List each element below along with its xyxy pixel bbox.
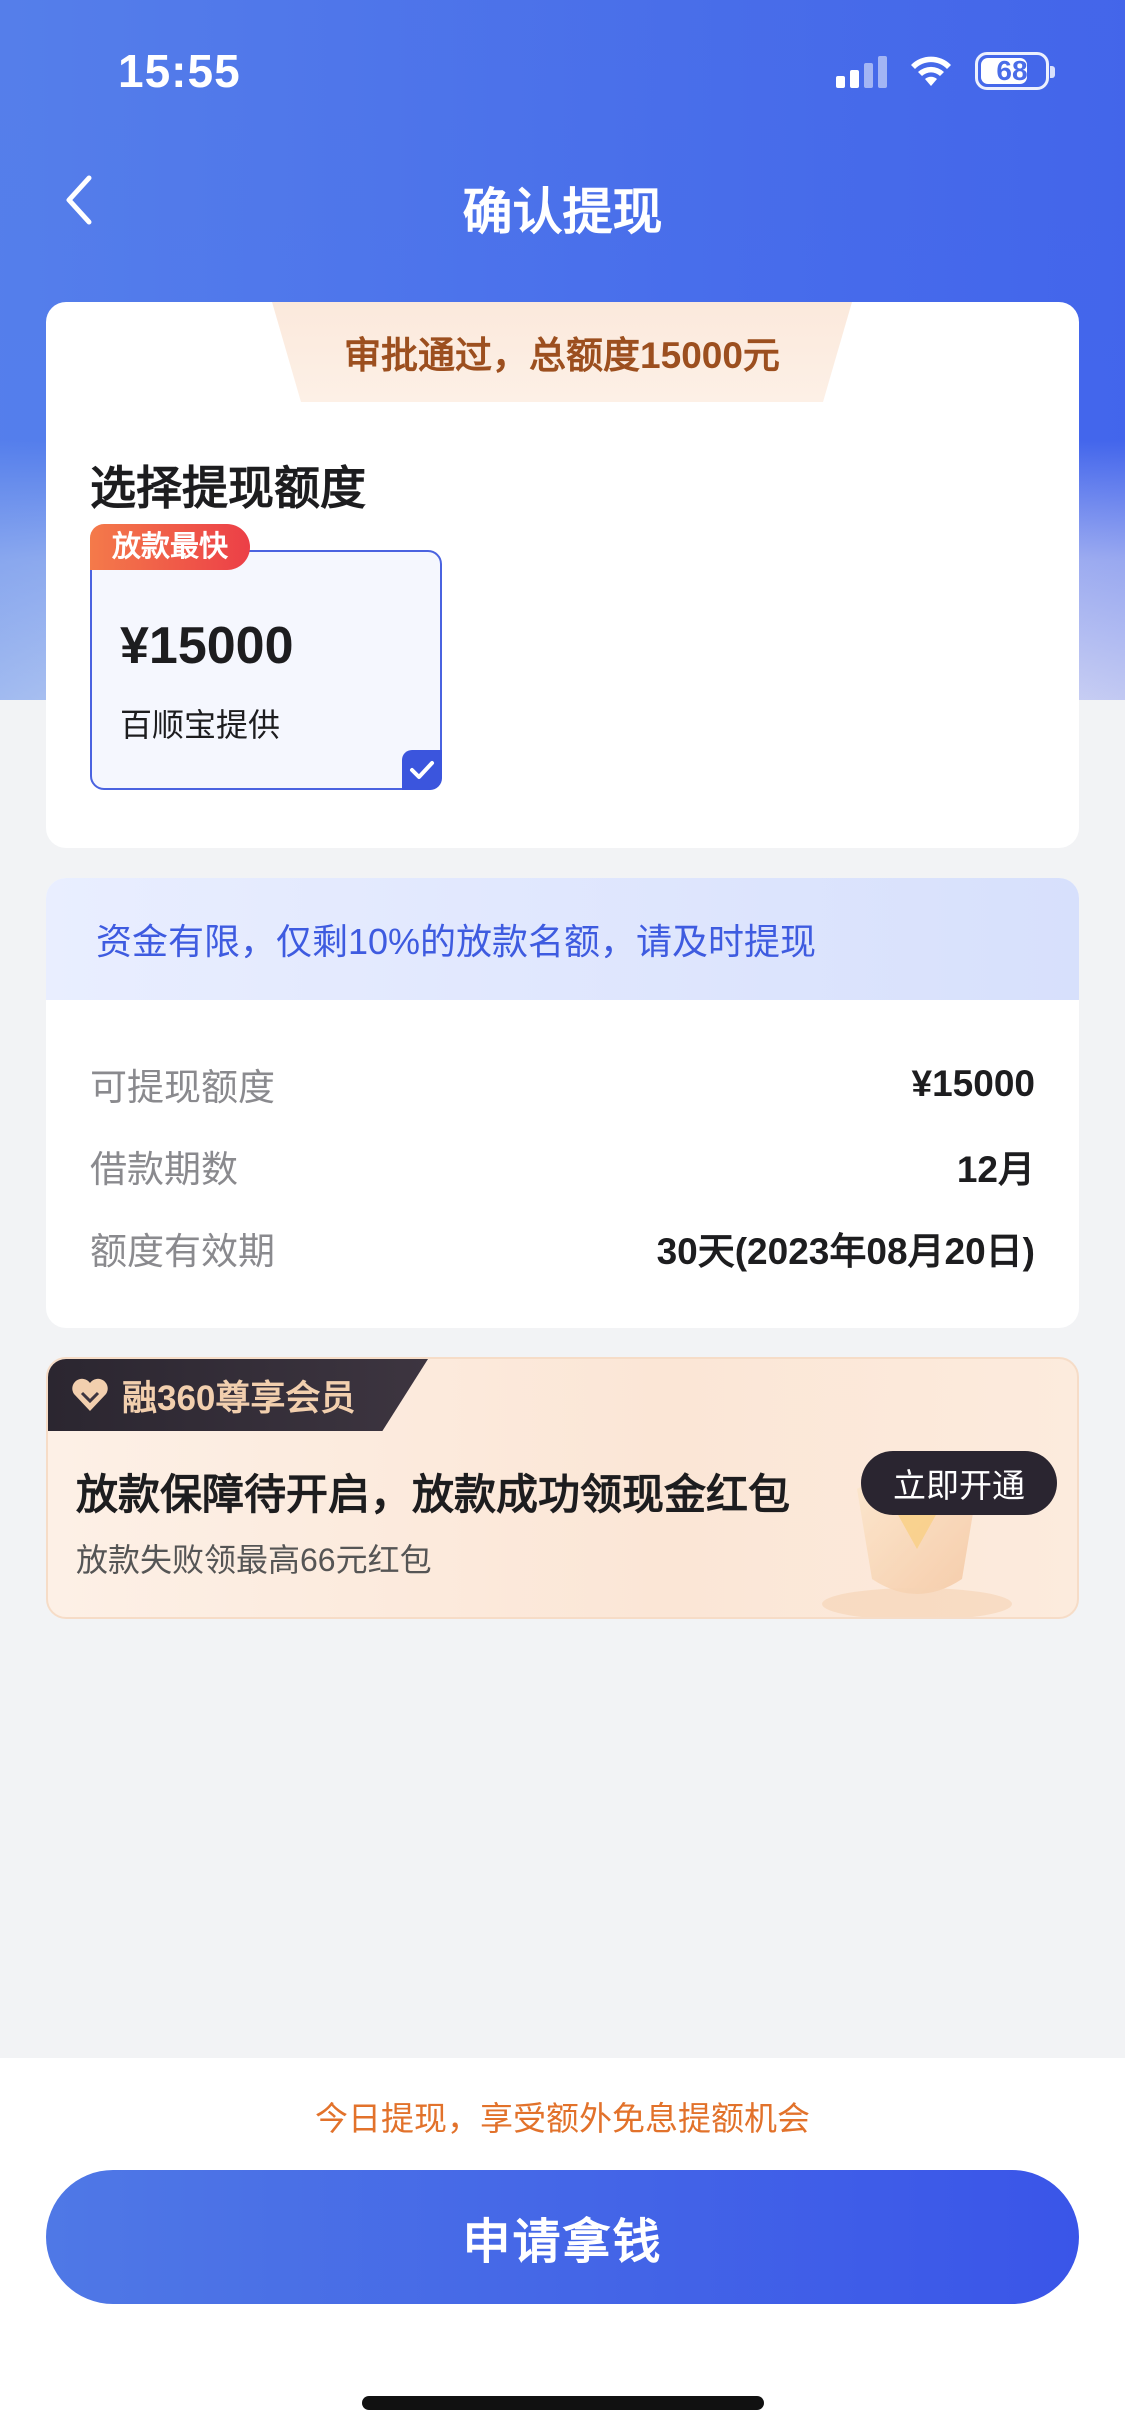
status-icons: 68 — [836, 52, 1055, 90]
status-time: 15:55 — [118, 45, 241, 97]
status-bar: 15:55 68 — [0, 0, 1125, 150]
promo-text: 今日提现，享受额外免息提额机会 — [315, 2100, 810, 2137]
activate-button[interactable]: 立即开通 — [861, 1451, 1057, 1515]
info-row: 可提现额度 ¥15000 — [90, 1054, 1035, 1114]
option-amount: ¥15000 — [120, 617, 294, 675]
info-row: 额度有效期 30天(2023年08月20日) — [90, 1218, 1035, 1278]
info-value: 12月 — [956, 1149, 1035, 1190]
info-label: 额度有效期 — [90, 1231, 275, 1272]
option-provider: 百顺宝提供 — [120, 707, 281, 743]
bottom-bar: 今日提现，享受额外免息提额机会 申请拿钱 — [0, 2058, 1125, 2435]
info-value: ¥15000 — [911, 1063, 1035, 1104]
info-card: 资金有限，仅剩10%的放款名额，请及时提现 可提现额度 ¥15000 借款期数 … — [46, 878, 1079, 1328]
amount-option[interactable]: 放款最快 ¥15000 百顺宝提供 — [90, 524, 442, 790]
info-value: 30天(2023年08月20日) — [656, 1231, 1035, 1272]
check-icon — [402, 750, 442, 790]
home-indicator — [362, 2396, 764, 2410]
approval-banner: 审批通过，总额度15000元 — [272, 302, 852, 402]
fast-badge: 放款最快 — [90, 524, 251, 570]
heart-icon — [72, 1378, 108, 1411]
info-label: 借款期数 — [90, 1149, 238, 1190]
member-headline: 放款保障待开启，放款成功领现金红包 — [76, 1471, 791, 1518]
member-tag-label: 融360尊享会员 — [122, 1378, 356, 1418]
info-label: 可提现额度 — [90, 1067, 275, 1108]
quota-notice: 资金有限，仅剩10%的放款名额，请及时提现 — [46, 878, 1079, 1000]
signal-icon — [836, 54, 887, 88]
wifi-icon — [911, 56, 951, 86]
member-subtitle: 放款失败领最高66元红包 — [76, 1542, 432, 1578]
member-tag: 融360尊享会员 — [48, 1359, 428, 1431]
member-card[interactable]: 融360尊享会员 放款保障待开启，放款成功领现金红包 放款失败领最高66元红包 … — [46, 1357, 1079, 1619]
amount-card: 审批通过，总额度15000元 选择提现额度 放款最快 ¥15000 百顺宝提供 — [46, 302, 1079, 848]
battery-icon: 68 — [975, 52, 1055, 90]
page-title: 确认提现 — [462, 184, 663, 240]
section-title: 选择提现额度 — [90, 462, 366, 514]
apply-button[interactable]: 申请拿钱 — [46, 2170, 1079, 2304]
battery-level: 68 — [996, 55, 1028, 86]
info-row: 借款期数 12月 — [90, 1136, 1035, 1196]
nav-bar: 确认提现 — [0, 150, 1125, 250]
